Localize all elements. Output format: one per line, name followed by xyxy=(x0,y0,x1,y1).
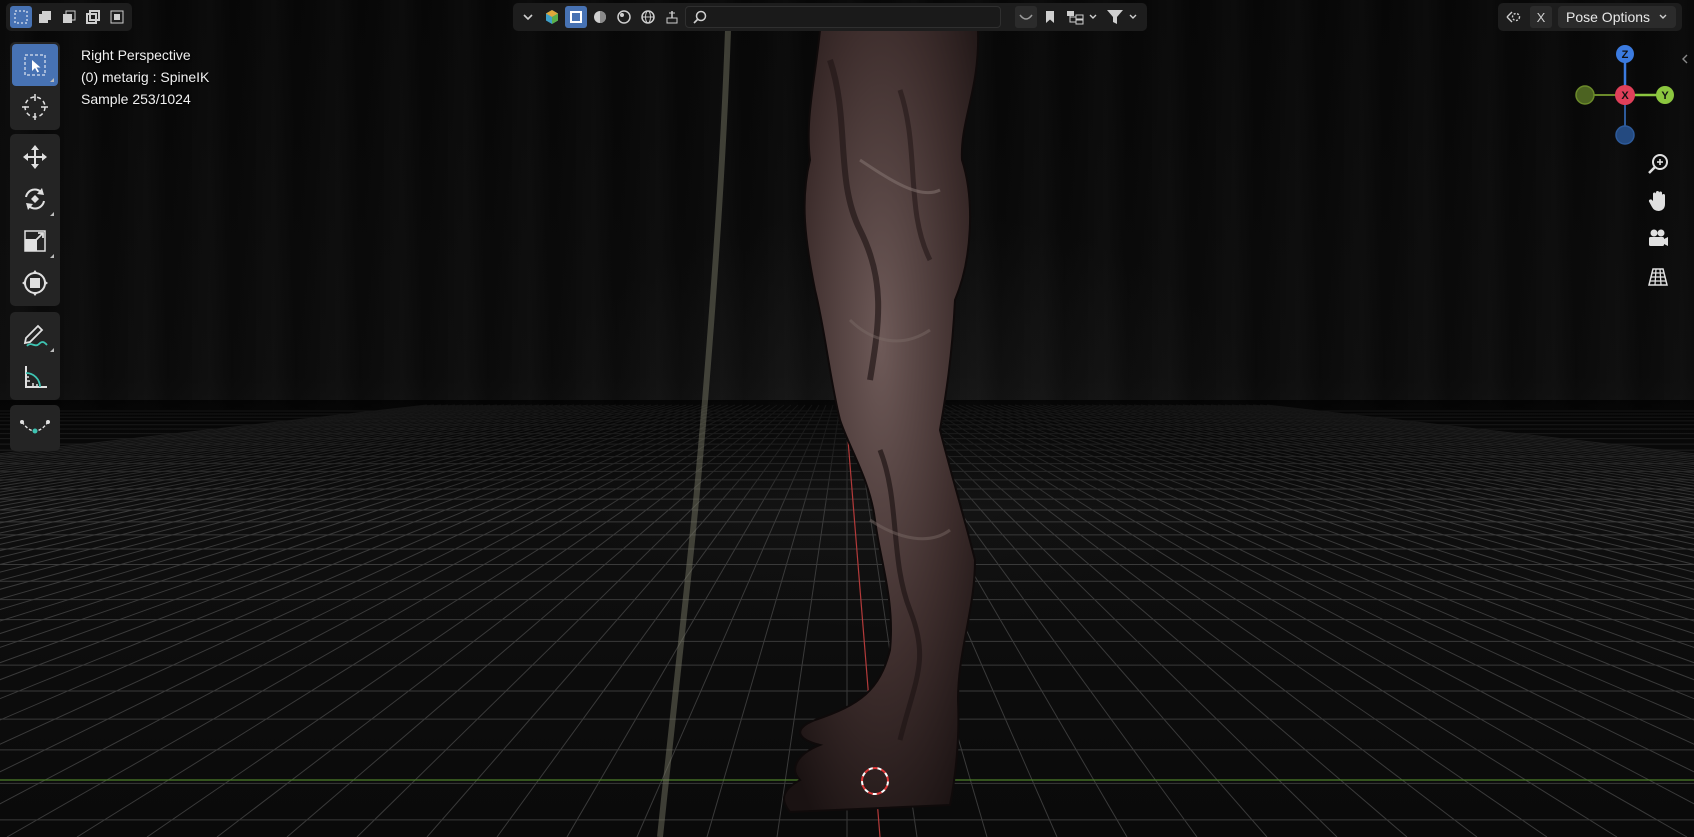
solid-square-icon xyxy=(570,11,582,23)
tool-move[interactable] xyxy=(12,136,58,178)
gizmo-y-handle[interactable]: Y xyxy=(1656,86,1674,104)
filter-funnel-icon xyxy=(1107,10,1123,24)
viewport-header-right: X Pose Options xyxy=(1498,3,1682,31)
camera-icon xyxy=(1649,229,1668,246)
select-subtract-button[interactable] xyxy=(58,6,80,28)
toolbar-transform-group xyxy=(10,134,60,306)
submenu-corner-indicator xyxy=(50,348,54,352)
search-input[interactable] xyxy=(685,6,1001,28)
bookmark-icon xyxy=(1046,11,1054,23)
tool-measure[interactable] xyxy=(12,356,58,398)
zoom-icon xyxy=(1648,154,1668,174)
shading-options-button[interactable] xyxy=(661,6,683,28)
pan-hand-icon xyxy=(1648,191,1665,211)
chevron-down-icon xyxy=(1089,14,1097,19)
gizmo-z-label: Z xyxy=(1622,49,1629,61)
rotate-icon xyxy=(25,188,45,210)
solid-sphere-icon xyxy=(594,11,606,23)
move-icon xyxy=(23,145,47,169)
tool-bone-envelope[interactable] xyxy=(12,407,58,449)
shading-rendered-button[interactable] xyxy=(637,6,659,28)
submenu-corner-indicator xyxy=(50,254,54,258)
object-type-visibility-button[interactable] xyxy=(541,6,563,28)
gizmo-neg-z-handle[interactable] xyxy=(1615,125,1635,145)
viewport-info: Right Perspective (0) metarig : SpineIK … xyxy=(81,44,209,110)
toolbar-annotate-group xyxy=(10,312,60,400)
navigation-gizmo[interactable]: Z Y X xyxy=(1575,42,1675,152)
select-intersect-icon xyxy=(110,10,124,24)
chevron-left-icon xyxy=(1682,54,1688,64)
gizmo-z-handle[interactable]: Z xyxy=(1616,45,1634,63)
select-intersect-button[interactable] xyxy=(106,6,128,28)
scale-icon xyxy=(24,230,46,252)
shading-wireframe-button[interactable] xyxy=(565,6,587,28)
view-name: Right Perspective xyxy=(81,47,191,63)
sidebar-toggle[interactable] xyxy=(1678,52,1692,66)
tool-annotate[interactable] xyxy=(12,314,58,356)
toolbar-select-group xyxy=(10,42,60,130)
hierarchy-dropdown-button[interactable] xyxy=(1063,6,1101,28)
shading-options-icon xyxy=(666,11,678,24)
select-extend-button[interactable] xyxy=(34,6,56,28)
ortho-toggle-button[interactable] xyxy=(1643,262,1673,292)
select-extend-icon xyxy=(39,11,51,23)
selection-mode-group xyxy=(6,3,132,31)
grid-view-icon xyxy=(1648,268,1668,286)
tool-transform[interactable] xyxy=(12,262,58,304)
gizmo-neg-y-handle[interactable] xyxy=(1575,85,1595,105)
submenu-corner-indicator xyxy=(50,212,54,216)
expand-dropdown-button[interactable] xyxy=(517,6,539,28)
search-icon xyxy=(693,10,707,24)
toolbar-bone-group xyxy=(10,405,60,451)
bookmark-button[interactable] xyxy=(1039,6,1061,28)
tool-cursor[interactable] xyxy=(12,86,58,128)
pose-options-dropdown[interactable]: Pose Options xyxy=(1558,6,1677,28)
gizmo-x-label: X xyxy=(1621,90,1629,102)
pose-options-label: Pose Options xyxy=(1566,9,1651,25)
object-info: (0) metarig : SpineIK xyxy=(81,69,210,85)
3d-viewport[interactable]: Right Perspective (0) metarig : SpineIK … xyxy=(0,0,1694,837)
cursor-icon xyxy=(22,94,48,120)
viewport-header-center xyxy=(513,3,1147,31)
character-leg-model[interactable] xyxy=(0,0,1694,837)
gizmo-x-handle[interactable]: X xyxy=(1615,85,1635,105)
object-visibility-icon xyxy=(546,10,558,24)
chevron-down-icon xyxy=(523,14,533,21)
shading-material-button[interactable] xyxy=(613,6,635,28)
zoom-button[interactable] xyxy=(1643,149,1673,179)
overlay-toggle-button[interactable] xyxy=(1015,6,1037,28)
annotate-icon xyxy=(23,324,48,347)
tool-scale[interactable] xyxy=(12,220,58,262)
select-subtract-icon xyxy=(63,10,76,23)
hierarchy-icon xyxy=(1067,11,1084,25)
transform-icon xyxy=(22,270,48,296)
tool-rotate[interactable] xyxy=(12,178,58,220)
select-new-icon xyxy=(14,10,28,24)
tool-select-box[interactable] xyxy=(12,44,58,86)
overlay-arc-icon xyxy=(1019,14,1033,20)
material-preview-icon xyxy=(617,10,631,24)
select-new-button[interactable] xyxy=(10,6,32,28)
shading-solid-button[interactable] xyxy=(589,6,611,28)
mirror-x-toggle[interactable]: X xyxy=(1530,6,1552,28)
pan-button[interactable] xyxy=(1643,186,1673,216)
chevron-down-icon xyxy=(1659,14,1667,19)
filter-dropdown-button[interactable] xyxy=(1103,6,1141,28)
bone-envelope-icon xyxy=(20,420,50,434)
measure-icon xyxy=(25,366,47,388)
transform-affect-button[interactable] xyxy=(1502,6,1524,28)
camera-view-button[interactable] xyxy=(1643,224,1673,254)
gizmo-y-label: Y xyxy=(1661,90,1669,102)
rendered-globe-icon xyxy=(641,10,655,24)
chevron-down-icon xyxy=(1129,14,1137,19)
select-difference-icon xyxy=(86,10,100,24)
pivot-transform-icon xyxy=(1506,11,1521,23)
select-difference-button[interactable] xyxy=(82,6,104,28)
submenu-corner-indicator xyxy=(50,78,54,82)
render-sample-counter: Sample 253/1024 xyxy=(81,91,191,107)
select-box-icon xyxy=(24,54,46,76)
